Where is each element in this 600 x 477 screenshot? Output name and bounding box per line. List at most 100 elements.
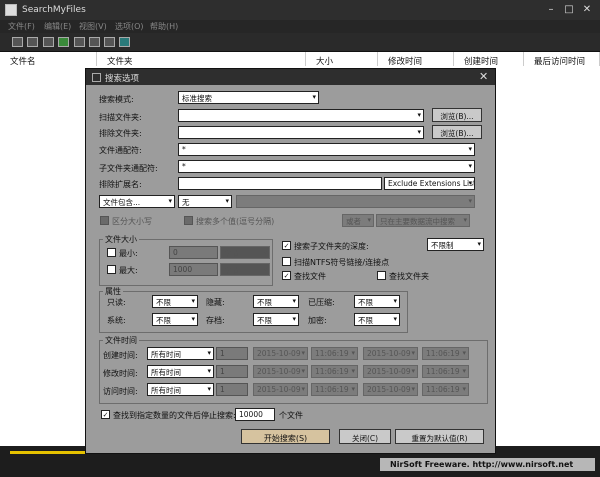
exclude-ext-input[interactable] [178, 177, 382, 190]
close-button[interactable]: 关闭(C) [339, 429, 391, 444]
encrypted-select[interactable]: 不限 [354, 313, 400, 326]
created-range-select[interactable]: 所有时间 [147, 347, 214, 360]
nirsoft-link[interactable]: NirSoft Freeware. http://www.nirsoft.net [380, 458, 595, 471]
exit-icon[interactable] [119, 37, 130, 47]
reset-defaults-button[interactable]: 重置为默认值(R) [395, 429, 484, 444]
menu-help[interactable]: 帮助(H) [150, 21, 178, 32]
created-num-input[interactable]: 1 [216, 347, 248, 360]
stop-after-checkbox[interactable]: ✓ [101, 410, 110, 419]
find-major-select[interactable]: 只在主要数据流中搜索 [376, 214, 470, 227]
compressed-select[interactable]: 不限 [354, 295, 400, 308]
files-wildcard-input[interactable]: * [178, 143, 475, 156]
exclude-folders-input[interactable] [178, 126, 424, 139]
encrypted-label: 加密: [308, 316, 327, 325]
min-size-checkbox[interactable] [107, 248, 116, 257]
dialog-titlebar: 搜索选项 ✕ [86, 69, 495, 85]
col-filename[interactable]: 文件名 [0, 52, 97, 67]
search-options-dialog: 搜索选项 ✕ 搜索模式: 标准搜索 扫描文件夹: 浏览(B)... 排除文件夹:… [85, 68, 496, 454]
contains-mode-select[interactable]: 文件包含... [99, 195, 175, 208]
created-from-time[interactable]: 11:06:19 [311, 347, 358, 360]
accessed-to-date[interactable]: 2015-10-09 [363, 383, 418, 396]
menu-edit[interactable]: 编辑(E) [44, 21, 71, 32]
max-size-checkbox[interactable] [107, 265, 116, 274]
attributes-group-title: 属性 [103, 286, 123, 297]
max-size-unit[interactable]: 字节 [220, 263, 270, 276]
min-size-unit[interactable]: 字节 [220, 246, 270, 259]
subfolder-depth-checkbox[interactable]: ✓ [282, 241, 291, 250]
stop-after-input[interactable]: 10000 [235, 408, 275, 421]
close-window-icon[interactable]: ✕ [580, 4, 594, 15]
col-modified[interactable]: 修改时间 [378, 52, 454, 67]
contains-type-select[interactable]: 无 [178, 195, 232, 208]
max-size-input[interactable]: 1000 [169, 263, 218, 276]
exclude-ext-mode-select[interactable]: Exclude Extensions List [384, 177, 475, 190]
refresh-icon[interactable] [58, 37, 69, 47]
accessed-num-input[interactable]: 1 [216, 383, 248, 396]
col-folder[interactable]: 文件夹 [97, 52, 306, 67]
readonly-select[interactable]: 不限 [152, 295, 198, 308]
accessed-range-select[interactable]: 所有时间 [147, 383, 214, 396]
minimize-icon[interactable]: – [544, 4, 558, 15]
subfolder-depth-select[interactable]: 不限制 [427, 238, 484, 251]
find-mode-select[interactable]: 或者 [342, 214, 374, 227]
file-time-group-title: 文件时间 [103, 335, 139, 346]
accessed-from-time[interactable]: 11:06:19 [311, 383, 358, 396]
find-folders-label: 查找文件夹 [389, 272, 429, 281]
created-to-date[interactable]: 2015-10-09 [363, 347, 418, 360]
search-options-icon[interactable] [104, 37, 115, 47]
properties-icon[interactable] [89, 37, 100, 47]
subfolders-wildcard-input[interactable]: * [178, 160, 475, 173]
accessed-to-time[interactable]: 11:06:19 [422, 383, 469, 396]
start-search-button[interactable]: 开始搜索(S) [241, 429, 330, 444]
system-label: 系统: [107, 316, 126, 325]
archive-select[interactable]: 不限 [253, 313, 299, 326]
stop-after-unit: 个文件 [279, 411, 303, 420]
col-accessed[interactable]: 最后访问时间 [524, 52, 600, 67]
modified-range-select[interactable]: 所有时间 [147, 365, 214, 378]
created-to-time[interactable]: 11:06:19 [422, 347, 469, 360]
find-files-label: 查找文件 [294, 272, 326, 281]
ntfs-links-checkbox[interactable] [282, 257, 291, 266]
menu-file[interactable]: 文件(F) [8, 21, 35, 32]
menu-view[interactable]: 视图(V) [79, 21, 107, 32]
accessed-from-date[interactable]: 2015-10-09 [253, 383, 308, 396]
multiple-values-checkbox[interactable] [184, 216, 193, 225]
case-sensitive-checkbox[interactable] [100, 216, 109, 225]
modified-to-time[interactable]: 11:06:19 [422, 365, 469, 378]
compressed-label: 已压缩: [308, 298, 335, 307]
base-folders-input[interactable] [178, 109, 424, 122]
copy-icon[interactable] [74, 37, 85, 47]
contains-text-input[interactable] [236, 195, 475, 208]
maximize-icon[interactable]: □ [562, 4, 576, 15]
toolbar [0, 33, 600, 52]
modified-num-input[interactable]: 1 [216, 365, 248, 378]
browse-base-button[interactable]: 浏览(B)... [432, 108, 482, 122]
browse-exclude-button[interactable]: 浏览(B)... [432, 125, 482, 139]
app-icon [5, 4, 17, 16]
col-created[interactable]: 创建时间 [454, 52, 524, 67]
hidden-label: 隐藏: [206, 298, 225, 307]
col-size[interactable]: 大小 [306, 52, 378, 67]
new-file-icon[interactable] [12, 37, 23, 47]
save-icon[interactable] [43, 37, 54, 47]
system-select[interactable]: 不限 [152, 313, 198, 326]
min-size-input[interactable]: 0 [169, 246, 218, 259]
min-size-label: 最小: [119, 249, 138, 258]
menu-options[interactable]: 选项(O) [115, 21, 144, 32]
find-folders-checkbox[interactable] [377, 271, 386, 280]
subfolder-depth-label: 搜索子文件夹的深度: [294, 242, 369, 251]
exclude-ext-label: 排除扩展名: [99, 180, 142, 189]
file-size-group-title: 文件大小 [103, 234, 139, 245]
modified-to-date[interactable]: 2015-10-09 [363, 365, 418, 378]
open-folder-icon[interactable] [27, 37, 38, 47]
hidden-select[interactable]: 不限 [253, 295, 299, 308]
multiple-values-label: 搜索多个值(逗号分隔) [196, 217, 275, 226]
created-from-date[interactable]: 2015-10-09 [253, 347, 308, 360]
dialog-body: 搜索模式: 标准搜索 扫描文件夹: 浏览(B)... 排除文件夹: 浏览(B).… [86, 85, 495, 453]
modified-from-time[interactable]: 11:06:19 [311, 365, 358, 378]
dialog-close-icon[interactable]: ✕ [479, 70, 488, 83]
search-mode-label: 搜索模式: [99, 95, 134, 104]
modified-from-date[interactable]: 2015-10-09 [253, 365, 308, 378]
find-files-checkbox[interactable]: ✓ [282, 271, 291, 280]
search-mode-select[interactable]: 标准搜索 [178, 91, 319, 104]
